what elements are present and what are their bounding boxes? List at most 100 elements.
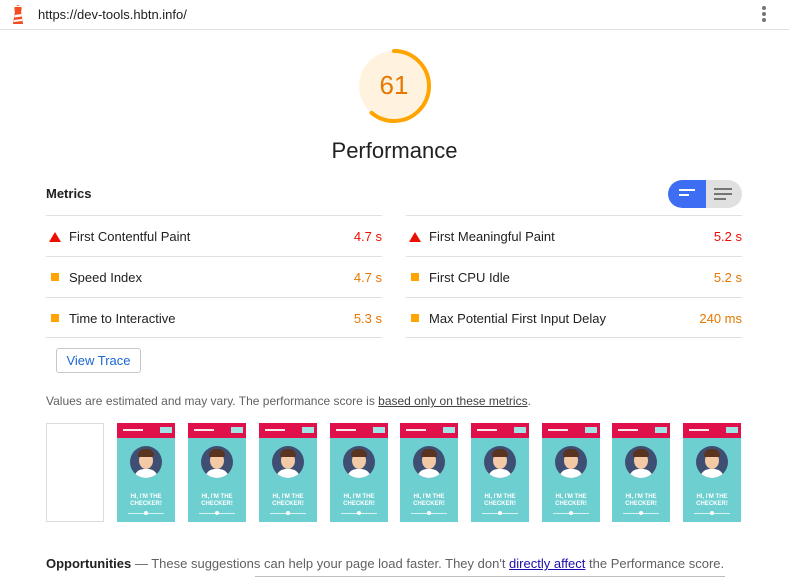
opportunities-dash: — <box>134 556 148 571</box>
metrics-scoring-link[interactable]: based only on these metrics <box>378 394 527 408</box>
metrics-view-toggle <box>668 180 742 208</box>
frame-header-bar <box>471 423 529 438</box>
metric-value: 240 ms <box>699 311 742 326</box>
filmstrip-frame: HI, I'M THE CHECKER! <box>117 423 175 522</box>
metrics-column-left: First Contentful Paint 4.7 s Speed Index… <box>46 215 382 338</box>
frame-header-logo <box>548 429 568 431</box>
frame-headline: HI, I'M THE CHECKER! <box>413 494 445 507</box>
browser-top-bar: https://dev-tools.hbtn.info/ <box>0 0 789 30</box>
compact-view-icon <box>679 189 695 199</box>
view-trace-button[interactable]: View Trace <box>56 348 141 373</box>
expanded-view-toggle[interactable] <box>706 180 742 208</box>
metric-name: Time to Interactive <box>69 311 176 326</box>
metrics-disclaimer: Values are estimated and may vary. The p… <box>46 394 531 408</box>
expanded-view-icon <box>714 188 732 203</box>
frame-header-button <box>726 427 738 433</box>
metrics-column-right: First Meaningful Paint 5.2 s First CPU I… <box>406 215 742 338</box>
performance-score-value: 61 <box>379 70 409 100</box>
metric-row: Speed Index 4.7 s <box>46 256 382 297</box>
frame-header-logo <box>689 429 709 431</box>
more-options-icon[interactable] <box>758 5 770 25</box>
avatar-illustration <box>201 446 233 478</box>
metric-row: First CPU Idle 5.2 s <box>406 256 742 297</box>
disclaimer-suffix: . <box>527 394 531 408</box>
directly-affect-link[interactable]: directly affect <box>509 556 585 571</box>
frame-headline: HI, I'M THE CHECKER! <box>272 494 304 507</box>
frame-header-bar <box>612 423 670 438</box>
metric-value: 4.7 s <box>353 229 382 244</box>
avatar-illustration <box>343 446 375 478</box>
metric-name: First CPU Idle <box>429 270 510 285</box>
frame-headline: HI, I'M THE CHECKER! <box>625 494 657 507</box>
frame-headline: HI, I'M THE CHECKER! <box>555 494 587 507</box>
filmstrip-frame-blank <box>46 423 104 522</box>
frame-footer-dot <box>710 511 714 515</box>
fail-triangle-icon <box>49 232 61 242</box>
frame-headline: HI, I'M THE CHECKER! <box>130 494 162 507</box>
opportunities-description-end: the Performance score. <box>585 556 725 571</box>
metric-row: Max Potential First Input Delay 240 ms <box>406 297 742 338</box>
frame-footer-dot <box>286 511 290 515</box>
frame-header-logo <box>477 429 497 431</box>
frame-header-button <box>160 427 172 433</box>
metrics-heading: Metrics <box>46 186 92 201</box>
metric-value: 4.7 s <box>353 270 382 285</box>
frame-header-button <box>514 427 526 433</box>
filmstrip-frame: HI, I'M THE CHECKER! <box>400 423 458 522</box>
fail-triangle-icon <box>409 232 421 242</box>
disclaimer-text: Values are estimated and may vary. The p… <box>46 394 379 408</box>
average-square-icon <box>51 273 59 281</box>
frame-header-bar <box>330 423 388 438</box>
frame-footer-dot <box>639 511 643 515</box>
frame-header-logo <box>336 429 356 431</box>
frame-header-bar <box>542 423 600 438</box>
compact-view-toggle[interactable] <box>668 180 706 208</box>
avatar-illustration <box>625 446 657 478</box>
avatar-illustration <box>413 446 445 478</box>
frame-header-bar <box>188 423 246 438</box>
opportunities-header: Opportunities — These suggestions can he… <box>46 556 724 571</box>
frame-headline: HI, I'M THE CHECKER! <box>343 494 375 507</box>
lighthouse-logo-icon <box>13 5 23 24</box>
avatar-illustration <box>696 446 728 478</box>
avatar-illustration <box>272 446 304 478</box>
frame-header-button <box>373 427 385 433</box>
frame-header-logo <box>194 429 214 431</box>
metric-name: First Contentful Paint <box>69 229 191 244</box>
frame-header-logo <box>618 429 638 431</box>
opportunities-title: Opportunities <box>46 556 132 571</box>
frame-footer-dot <box>498 511 502 515</box>
filmstrip-frame: HI, I'M THE CHECKER! <box>471 423 529 522</box>
opportunities-description: These suggestions can help your page loa… <box>151 556 510 571</box>
avatar-illustration <box>130 446 162 478</box>
frame-footer-dot <box>427 511 431 515</box>
metric-row: Time to Interactive 5.3 s <box>46 297 382 338</box>
metric-value: 5.3 s <box>353 311 382 326</box>
frame-footer-dot <box>569 511 573 515</box>
average-square-icon <box>411 314 419 322</box>
frame-headline: HI, I'M THE CHECKER! <box>484 494 516 507</box>
frame-header-bar <box>400 423 458 438</box>
filmstrip-frame: HI, I'M THE CHECKER! <box>330 423 388 522</box>
metric-name: Speed Index <box>69 270 143 285</box>
average-square-icon <box>51 314 59 322</box>
partial-row-divider <box>255 576 725 580</box>
frame-header-logo <box>406 429 426 431</box>
frame-header-bar <box>259 423 317 438</box>
average-square-icon <box>411 273 419 281</box>
metric-name: First Meaningful Paint <box>429 229 555 244</box>
performance-title: Performance <box>331 138 458 163</box>
frame-footer-dot <box>215 511 219 515</box>
frame-header-logo <box>265 429 285 431</box>
frame-header-button <box>585 427 597 433</box>
page-url: https://dev-tools.hbtn.info/ <box>38 7 187 22</box>
avatar-illustration <box>555 446 587 478</box>
metric-row: First Meaningful Paint 5.2 s <box>406 215 742 256</box>
frame-header-logo <box>123 429 143 431</box>
metric-value: 5.2 s <box>713 229 742 244</box>
filmstrip-frame: HI, I'M THE CHECKER! <box>683 423 741 522</box>
filmstrip-frame: HI, I'M THE CHECKER! <box>188 423 246 522</box>
frame-header-bar <box>117 423 175 438</box>
frame-footer-dot <box>357 511 361 515</box>
metric-value: 5.2 s <box>713 270 742 285</box>
